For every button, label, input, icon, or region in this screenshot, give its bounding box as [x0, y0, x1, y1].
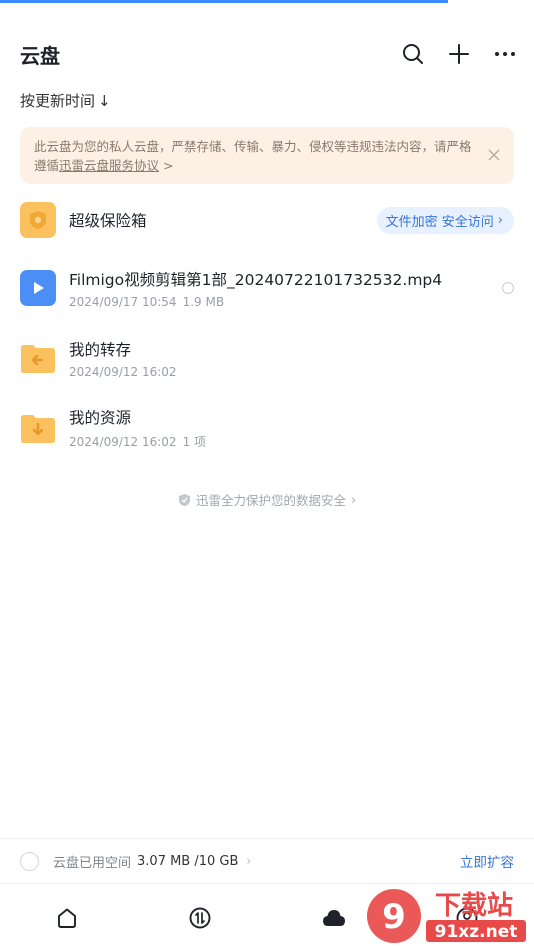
sort-arrow-icon: ↓: [98, 91, 111, 110]
file-name: Filmigo视频剪辑第1部_20240722101732532.mp4: [69, 270, 443, 289]
tab-cloud[interactable]: [267, 885, 401, 950]
header: 云盘: [20, 36, 518, 72]
vault-action-label: 文件加密 安全访问: [385, 214, 494, 230]
file-row-video[interactable]: Filmigo视频剪辑第1部_20240722101732532.mp4 202…: [20, 266, 514, 310]
chevron-right-icon[interactable]: ›: [246, 854, 251, 868]
file-row-resources[interactable]: 我的资源 2024/09/12 16:02 1 项: [20, 406, 514, 450]
tab-transfer[interactable]: [134, 885, 268, 950]
safety-text: 迅雷全力保护您的数据安全: [195, 493, 346, 508]
bottom-tab-bar: [0, 885, 534, 950]
profile-icon: [456, 907, 478, 928]
storage-label: 云盘已用空间: [53, 855, 132, 871]
video-file-icon: [20, 270, 56, 306]
transfer-icon: [189, 907, 211, 928]
plus-icon[interactable]: [446, 41, 472, 67]
more-icon[interactable]: [492, 41, 518, 67]
page-title: 云盘: [20, 43, 60, 68]
vault-row[interactable]: 超级保险箱 文件加密 安全访问 ›: [20, 198, 514, 242]
vault-name: 超级保险箱: [69, 212, 147, 230]
tab-profile[interactable]: [401, 885, 534, 950]
select-radio[interactable]: [502, 282, 514, 294]
service-agreement-link[interactable]: 迅雷云盘服务协议: [59, 158, 159, 173]
file-name: 我的资源: [69, 409, 132, 427]
sort-toggle[interactable]: 按更新时间 ↓: [20, 90, 111, 111]
item-count: 1 项: [182, 435, 207, 449]
search-icon[interactable]: [400, 41, 426, 67]
vault-action-button[interactable]: 文件加密 安全访问 ›: [376, 206, 514, 234]
file-meta: 2024/09/12 16:02: [69, 365, 177, 379]
cloud-icon: [322, 909, 345, 926]
notice-banner: 此云盘为您的私人云盘，严禁存储、传输、暴力、侵权等违规违法内容，请严格遵循迅雷云…: [20, 127, 514, 184]
shield-icon: [178, 493, 190, 506]
close-icon[interactable]: [486, 147, 502, 163]
download-folder-icon: [20, 410, 56, 446]
file-size: 1.9 MB: [182, 294, 225, 309]
home-icon: [57, 908, 76, 928]
storage-value: 3.07 MB /10 GB: [137, 853, 239, 869]
file-date: 2024/09/12 16:02: [69, 364, 177, 379]
file-meta: 2024/09/12 16:02 1 项: [69, 433, 206, 450]
top-progress-bar: [0, 0, 448, 3]
file-date: 2024/09/17 10:54: [69, 294, 177, 309]
data-safety-link[interactable]: 迅雷全力保护您的数据安全 ›: [0, 490, 534, 509]
expand-storage-button[interactable]: 立即扩容: [460, 851, 514, 871]
file-name: 我的转存: [69, 340, 132, 359]
sort-label: 按更新时间: [20, 92, 96, 110]
chevron-right-icon: ›: [497, 212, 503, 228]
file-meta: 2024/09/17 10:54 1.9 MB: [69, 295, 442, 309]
notice-link-chevron: >: [159, 158, 174, 173]
transfer-folder-icon: [20, 340, 56, 376]
chevron-right-icon: ›: [351, 492, 356, 507]
header-actions: [400, 41, 518, 67]
vault-shield-icon: [20, 202, 56, 238]
file-row-transfer[interactable]: 我的转存 2024/09/12 16:02: [20, 336, 514, 380]
file-date: 2024/09/12 16:02: [69, 435, 177, 449]
tab-home[interactable]: [0, 885, 134, 950]
storage-bar: 云盘已用空间 3.07 MB /10 GB › 立即扩容: [0, 838, 534, 884]
storage-usage-ring: [20, 851, 39, 871]
